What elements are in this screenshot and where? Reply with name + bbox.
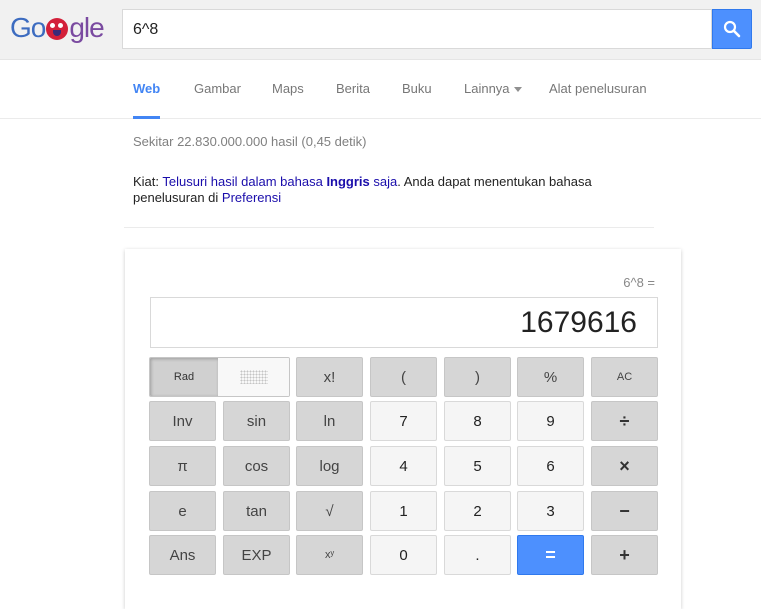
calc-btn-0[interactable]: 0 (370, 535, 437, 575)
calc-btn-minus[interactable]: − (591, 491, 658, 531)
tab-berita[interactable]: Berita (336, 60, 370, 119)
nav-tabs: Web Gambar Maps Berita Buku Lainnya Alat… (0, 60, 761, 119)
google-logo[interactable]: Go gle (10, 12, 105, 44)
tip-link-text: Telusuri hasil dalam bahasa (162, 174, 327, 189)
calc-btn-open-paren[interactable]: ( (370, 357, 437, 397)
calc-display: 1679616 (150, 297, 658, 348)
tip-prefix: Kiat: (133, 174, 163, 189)
search-button[interactable] (712, 9, 752, 49)
calc-btn-decimal[interactable]: . (444, 535, 511, 575)
calc-expression: 6^8 = (623, 275, 655, 290)
rad-deg-toggle[interactable]: Rad (149, 357, 290, 397)
calc-btn-multiply[interactable]: × (591, 446, 658, 486)
calc-btn-sin[interactable]: sin (223, 401, 290, 441)
tab-lainnya-label: Lainnya (464, 81, 510, 96)
tab-buku[interactable]: Buku (402, 60, 432, 119)
calc-btn-tan[interactable]: tan (223, 491, 290, 531)
calc-btn-1[interactable]: 1 (370, 491, 437, 531)
calc-btn-9[interactable]: 9 (517, 401, 584, 441)
calc-btn-cos[interactable]: cos (223, 446, 290, 486)
calc-btn-power[interactable]: xʸ (296, 535, 363, 575)
deg-button[interactable] (218, 358, 289, 396)
calc-btn-factorial[interactable]: x! (296, 357, 363, 397)
calc-btn-percent[interactable]: % (517, 357, 584, 397)
calc-btn-3[interactable]: 3 (517, 491, 584, 531)
doodle-mascot-icon (46, 18, 69, 40)
calc-btn-ans[interactable]: Ans (149, 535, 216, 575)
calc-btn-2[interactable]: 2 (444, 491, 511, 531)
tab-gambar[interactable]: Gambar (194, 60, 241, 119)
divider (124, 227, 654, 228)
search-icon (723, 20, 741, 38)
top-bar: Go gle 6^8 (0, 0, 761, 60)
tab-maps[interactable]: Maps (272, 60, 304, 119)
calc-btn-pi[interactable]: π (149, 446, 216, 486)
calc-btn-7[interactable]: 7 (370, 401, 437, 441)
tab-web[interactable]: Web (133, 60, 161, 119)
tip-link-end: saja (369, 174, 398, 189)
tab-alat-penelusuran[interactable]: Alat penelusuran (549, 60, 647, 119)
result-stats: Sekitar 22.830.000.000 hasil (0,45 detik… (133, 134, 367, 149)
preferences-link[interactable]: Preferensi (222, 190, 281, 205)
tip-link-lang: Inggris (326, 174, 370, 189)
calc-btn-ln[interactable]: ln (296, 401, 363, 441)
calculator: 6^8 = 1679616 Rad x! ( ) % AC Inv sin ln… (125, 249, 681, 609)
calc-btn-plus[interactable]: + (591, 535, 658, 575)
calc-btn-divide[interactable]: ÷ (591, 401, 658, 441)
chevron-down-icon (513, 87, 522, 93)
calc-btn-log[interactable]: log (296, 446, 363, 486)
calc-btn-clear[interactable]: AC (591, 357, 658, 397)
calc-btn-close-paren[interactable]: ) (444, 357, 511, 397)
calc-btn-sqrt[interactable]: √ (296, 491, 363, 531)
tab-lainnya[interactable]: Lainnya (464, 60, 522, 119)
search-input[interactable]: 6^8 (122, 9, 712, 49)
calc-btn-6[interactable]: 6 (517, 446, 584, 486)
calc-btn-4[interactable]: 4 (370, 446, 437, 486)
rad-button[interactable]: Rad (150, 358, 218, 396)
calc-btn-5[interactable]: 5 (444, 446, 511, 486)
calc-btn-equals[interactable]: = (517, 535, 584, 575)
calc-btn-8[interactable]: 8 (444, 401, 511, 441)
language-tip: Kiat: Telusuri hasil dalam bahasa Inggri… (133, 174, 633, 206)
calc-btn-e[interactable]: e (149, 491, 216, 531)
dots-icon (239, 370, 268, 384)
calc-btn-exp[interactable]: EXP (223, 535, 290, 575)
calc-btn-inv[interactable]: Inv (149, 401, 216, 441)
search-english-link[interactable]: Telusuri hasil dalam bahasa Inggris saja (162, 174, 397, 189)
